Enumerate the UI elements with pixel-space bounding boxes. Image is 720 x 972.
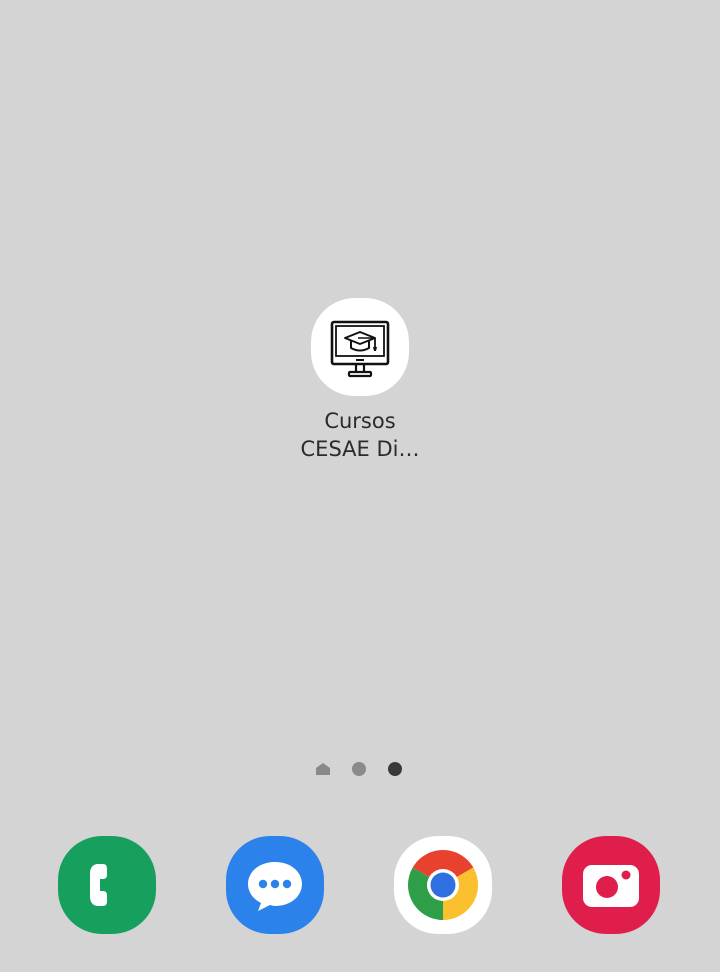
app-label: Cursos CESAE Di…: [290, 407, 430, 463]
message-bubble-icon: [248, 862, 302, 911]
chrome-app[interactable]: [394, 836, 492, 934]
app-label-line2: CESAE Di…: [300, 437, 420, 461]
page-dot-3-active[interactable]: [388, 762, 402, 776]
page-dot-2[interactable]: [352, 762, 366, 776]
camera-icon: [583, 865, 639, 907]
phone-app[interactable]: [58, 836, 156, 934]
app-label-line1: Cursos: [324, 409, 396, 433]
chrome-icon: [408, 850, 478, 920]
phone-icon: [90, 864, 107, 906]
page-indicator[interactable]: [315, 762, 405, 776]
app-shortcut-cursos-cesae[interactable]: Cursos CESAE Di…: [290, 298, 430, 463]
messages-app[interactable]: [226, 836, 324, 934]
graduation-cap-monitor-icon: [330, 320, 390, 378]
app-icon-tile[interactable]: [311, 298, 409, 396]
home-page-indicator-icon[interactable]: [315, 762, 331, 776]
dock: [0, 836, 720, 936]
camera-app[interactable]: [562, 836, 660, 934]
